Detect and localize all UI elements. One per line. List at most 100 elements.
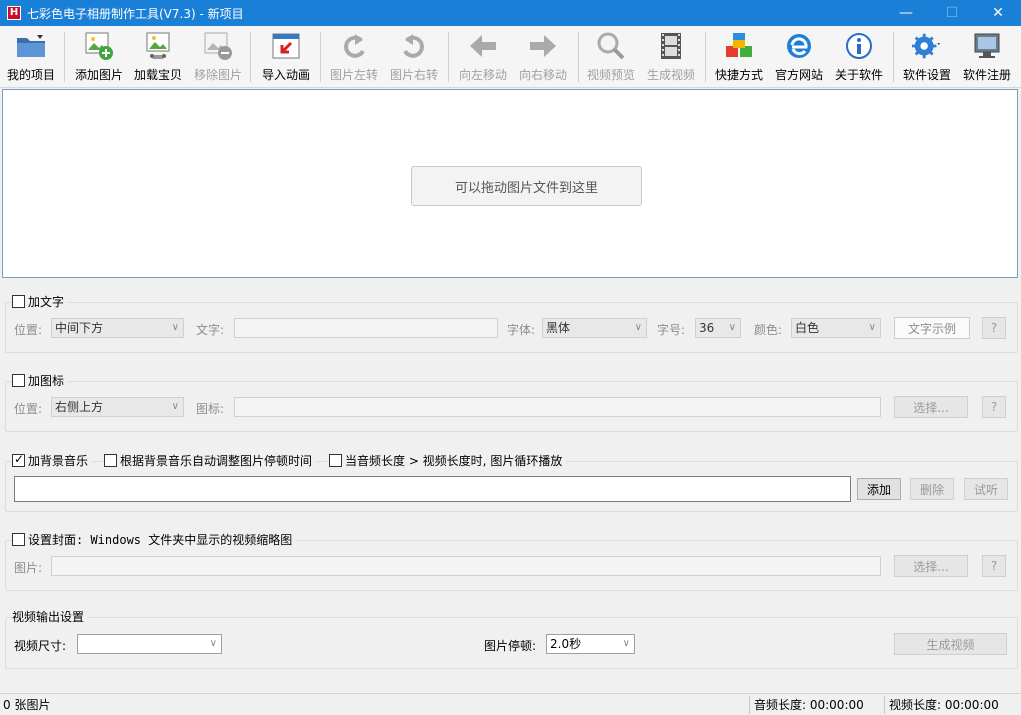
checkbox-box[interactable] — [12, 295, 25, 308]
music-listen-button: 试听 — [964, 478, 1008, 500]
image-count-status: 0 张图片 — [3, 698, 51, 712]
checkbox-box[interactable] — [329, 454, 342, 467]
background-music-group: 加背景音乐 根据背景音乐自动调整图片停顿时间 当音频长度 > 视频长度时, 图片… — [5, 452, 1018, 512]
select-value: 中间下方 — [55, 321, 104, 335]
toolbar-separator — [320, 32, 321, 82]
select-value: 2.0秒 — [550, 637, 582, 651]
text-help-button: ? — [982, 317, 1006, 339]
select-value: 白色 — [795, 321, 820, 335]
about-button[interactable]: 关于软件 — [831, 26, 887, 86]
toolbar-label: 软件设置 — [902, 68, 951, 82]
toolbar-separator — [64, 32, 65, 82]
chevron-down-icon: ∨ — [171, 322, 179, 333]
music-file-field[interactable] — [14, 476, 851, 502]
text-position-select: 中间下方 ∨ — [51, 318, 184, 338]
font-label: 字体: — [507, 323, 536, 337]
cover-checkbox[interactable]: 设置封面: Windows 文件夹中显示的视频缩略图 — [12, 531, 297, 548]
toolbar-separator — [705, 32, 706, 82]
toolbar-label: 加载宝贝 — [133, 68, 182, 82]
remove-image-icon — [202, 30, 234, 62]
chevron-down-icon: ∨ — [622, 638, 630, 649]
remove-image-button: 移除图片 — [191, 26, 245, 86]
window-title: 七彩色电子相册制作工具(V7.3) - 新项目 — [27, 6, 244, 21]
drop-hint-button[interactable]: 可以拖动图片文件到这里 — [411, 166, 642, 206]
toolbar-label: 软件注册 — [962, 68, 1011, 82]
ie-icon — [783, 30, 815, 62]
close-button[interactable]: ✕ — [975, 0, 1021, 26]
checkbox-label: 加图标 — [28, 374, 65, 388]
image-pause-select[interactable]: 2.0秒 ∨ — [546, 634, 635, 654]
text-content-label: 文字: — [196, 323, 225, 337]
toolbar-separator — [893, 32, 894, 82]
checkbox-label: 加背景音乐 — [28, 454, 89, 468]
add-text-checkbox[interactable]: 加文字 — [12, 293, 69, 310]
logo-path-field — [234, 397, 881, 417]
music-add-button[interactable]: 添加 — [857, 478, 901, 500]
toolbar-label: 向左移动 — [458, 68, 507, 82]
chevron-down-icon: ∨ — [868, 322, 876, 333]
text-sample-button: 文字示例 — [894, 317, 970, 339]
folder-icon — [15, 30, 47, 62]
image-drop-area[interactable]: 可以拖动图片文件到这里 — [2, 89, 1018, 278]
add-image-icon — [83, 30, 115, 62]
settings-button[interactable]: 软件设置 — [899, 26, 955, 86]
toolbar-label: 官方网站 — [774, 68, 823, 82]
import-animation-icon — [270, 30, 302, 62]
font-size-label: 字号: — [657, 323, 686, 337]
loop-images-checkbox[interactable]: 当音频长度 > 视频长度时, 图片循环播放 — [329, 452, 567, 469]
shortcut-button[interactable]: 快捷方式 — [711, 26, 767, 86]
toolbar-label: 生成视频 — [646, 68, 695, 82]
select-value: 右侧上方 — [55, 400, 104, 414]
load-item-button[interactable]: 加载宝贝 — [131, 26, 185, 86]
output-group-title: 视频输出设置 — [12, 608, 89, 625]
checkbox-box[interactable] — [12, 452, 25, 467]
add-logo-group: 加图标 位置: 右侧上方 ∨ 图标: 选择... ? — [5, 372, 1018, 432]
generate-video-toolbar-button: 生成视频 — [643, 26, 699, 86]
toolbar-label: 图片右转 — [389, 68, 438, 82]
checkbox-label: 当音频长度 > 视频长度时, 图片循环播放 — [345, 454, 563, 468]
text-position-label: 位置: — [14, 323, 43, 337]
auto-adjust-checkbox[interactable]: 根据背景音乐自动调整图片停顿时间 — [104, 452, 317, 469]
toolbar-label: 视频预览 — [586, 68, 635, 82]
cubes-icon — [723, 30, 755, 62]
cover-help-button: ? — [982, 555, 1006, 577]
select-value: 36 — [699, 321, 715, 335]
toolbar-label: 图片左转 — [329, 68, 378, 82]
toolbar-label: 添加图片 — [74, 68, 123, 82]
video-size-select[interactable]: ∨ — [77, 634, 222, 654]
status-separator — [749, 696, 750, 714]
magnifier-icon — [595, 30, 627, 62]
toolbar-label: 向右移动 — [518, 68, 567, 82]
checkbox-box[interactable] — [104, 454, 117, 467]
color-label: 颜色: — [754, 323, 783, 337]
load-item-icon — [142, 30, 174, 62]
logo-position-label: 位置: — [14, 402, 43, 416]
cover-group: 设置封面: Windows 文件夹中显示的视频缩略图 图片: 选择... ? — [5, 531, 1018, 591]
add-image-button[interactable]: 添加图片 — [72, 26, 126, 86]
gear-icon — [911, 30, 943, 62]
add-logo-checkbox[interactable]: 加图标 — [12, 372, 69, 389]
logo-help-button: ? — [982, 396, 1006, 418]
rotate-left-icon — [338, 30, 370, 62]
select-value: 黑体 — [546, 321, 571, 335]
film-icon — [655, 30, 687, 62]
register-button[interactable]: 软件注册 — [959, 26, 1015, 86]
chevron-down-icon: ∨ — [728, 322, 736, 333]
checkbox-box[interactable] — [12, 374, 25, 387]
music-delete-button: 删除 — [910, 478, 954, 500]
generate-video-button: 生成视频 — [894, 633, 1007, 655]
video-output-group: 视频输出设置 视频尺寸: ∨ 图片停顿: 2.0秒 ∨ 生成视频 — [5, 608, 1018, 669]
arrow-right-icon — [527, 30, 559, 62]
add-text-group: 加文字 位置: 中间下方 ∨ 文字: 字体: 黑体 ∨ 字号: 36 ∨ 颜色: 白色… — [5, 293, 1018, 353]
video-preview-button: 视频预览 — [583, 26, 639, 86]
my-projects-button[interactable]: 我的项目 — [4, 26, 58, 86]
arrow-left-icon — [467, 30, 499, 62]
minimize-button[interactable]: — — [883, 0, 929, 26]
title-bar: H 七彩色电子相册制作工具(V7.3) - 新项目 — ☐ ✕ — [0, 0, 1021, 26]
official-site-button[interactable]: 官方网站 — [771, 26, 827, 86]
import-animation-button[interactable]: 导入动画 — [259, 26, 313, 86]
cover-choose-button: 选择... — [894, 555, 968, 577]
text-content-field — [234, 318, 498, 338]
checkbox-box[interactable] — [12, 533, 25, 546]
music-checkbox[interactable]: 加背景音乐 — [12, 452, 93, 469]
